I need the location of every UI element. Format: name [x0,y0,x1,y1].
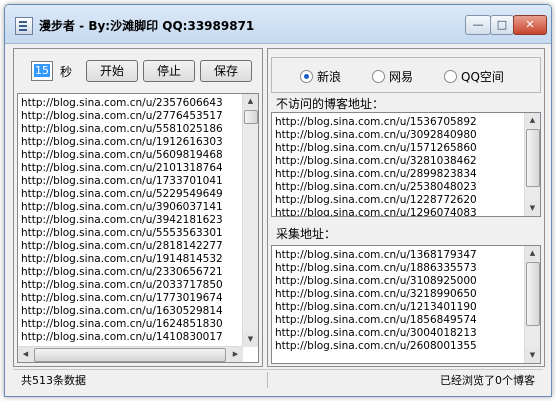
scroll-thumb[interactable] [526,262,540,326]
list-item[interactable]: http://blog.sina.com.cn/u/3004018213 [275,327,477,340]
list-item[interactable]: http://blog.sina.com.cn/u/5581025186 [21,123,223,136]
title-bar: 漫步者 - By:沙滩脚印 QQ:33989871 — □ ✕ [5,5,551,44]
exclude-url-rows: http://blog.sina.com.cn/u/1536705892 http… [275,116,477,216]
right-panel: 新浪 网易 QQ空间 不访问的博客地址： http://blog.sina.co… [267,48,545,367]
scroll-down-arrow-icon[interactable]: ▼ [525,201,540,216]
visited-count: 已经浏览了0个博客 [440,374,535,387]
source-radio-group: 新浪 网易 QQ空间 [271,57,541,93]
list-item[interactable]: http://blog.sina.com.cn/u/2776453517 [21,110,223,123]
collect-url-rows: http://blog.sina.com.cn/u/1368179347 http… [275,249,477,353]
list-item[interactable]: http://blog.sina.com.cn/u/2330656721 [21,266,223,279]
list-item[interactable]: http://blog.sina.com.cn/u/2033717850 [21,279,223,292]
list-item[interactable]: http://blog.sina.com.cn/u/1213401190 [275,301,477,314]
radio-unselected-icon [372,70,385,83]
list-item[interactable]: http://blog.sina.com.cn/u/3906037141 [21,201,223,214]
list-item[interactable]: http://blog.sina.com.cn/u/2357606643 [21,97,223,110]
list-item[interactable]: http://blog.sina.com.cn/u/1856849574 [275,314,477,327]
list-item[interactable]: http://blog.sina.com.cn/u/2899823834 [275,168,477,181]
blog-url-rows: http://blog.sina.com.cn/u/2357606643 http… [21,97,223,344]
list-item[interactable]: http://blog.sina.com.cn/u/1296074083 [275,207,477,216]
collect-vertical-scrollbar[interactable]: ▲ ▼ [524,246,540,363]
list-item[interactable]: http://blog.sina.com.cn/u/1886335573 [275,262,477,275]
list-item[interactable]: http://blog.sina.com.cn/u/1733701041 [21,175,223,188]
minimize-button[interactable]: — [465,15,491,35]
radio-selected-icon [300,70,313,83]
scroll-thumb[interactable] [526,129,540,187]
list-item[interactable]: http://blog.sina.com.cn/u/3092840980 [275,129,477,142]
list-item[interactable]: http://blog.sina.com.cn/u/1624851830 [21,318,223,331]
list-item[interactable]: http://blog.sina.com.cn/u/1912616303 [21,136,223,149]
scroll-up-arrow-icon[interactable]: ▲ [525,113,540,128]
stop-button[interactable]: 停止 [143,60,195,82]
horizontal-scrollbar[interactable]: ◀ ▶ [18,346,243,362]
exclude-vertical-scrollbar[interactable]: ▲ ▼ [524,113,540,216]
list-item[interactable]: http://blog.sina.com.cn/u/1410830017 [21,331,223,344]
list-item[interactable]: http://blog.sina.com.cn/u/5609819468 [21,149,223,162]
left-panel: 15 秒 开始 停止 保存 http://blog.sina.com.cn/u/… [13,48,263,367]
list-item[interactable]: http://blog.sina.com.cn/u/2538048023 [275,181,477,194]
status-bar: 共513条数据 已经浏览了0个博客 [13,369,543,390]
app-window: 漫步者 - By:沙滩脚印 QQ:33989871 — □ ✕ 15 秒 开始 … [4,4,552,397]
scroll-up-arrow-icon[interactable]: ▲ [525,246,540,261]
list-item[interactable]: http://blog.sina.com.cn/u/5229549649 [21,188,223,201]
collect-url-list[interactable]: http://blog.sina.com.cn/u/1368179347 http… [271,245,541,364]
vertical-scrollbar[interactable]: ▲ ▼ [242,94,258,347]
seconds-input[interactable]: 15 [31,61,53,81]
radio-label: 网易 [389,70,414,84]
list-item[interactable]: http://blog.sina.com.cn/u/3281038462 [275,155,477,168]
radio-label: QQ空间 [461,70,504,84]
record-count: 共513条数据 [21,374,86,387]
scroll-up-arrow-icon[interactable]: ▲ [243,94,258,109]
list-item[interactable]: http://blog.sina.com.cn/u/1368179347 [275,249,477,262]
list-item[interactable]: http://blog.sina.com.cn/u/1914814532 [21,253,223,266]
collect-section-label: 采集地址： [276,227,337,241]
scroll-left-arrow-icon[interactable]: ◀ [18,347,33,362]
list-item[interactable]: http://blog.sina.com.cn/u/1571265860 [275,142,477,155]
blog-url-list[interactable]: http://blog.sina.com.cn/u/2357606643 http… [17,93,259,363]
app-icon [15,17,33,35]
status-divider [267,372,268,388]
list-item[interactable]: http://blog.sina.com.cn/u/3108925000 [275,275,477,288]
radio-label: 新浪 [317,70,342,84]
list-item[interactable]: http://blog.sina.com.cn/u/2101318764 [21,162,223,175]
seconds-label: 秒 [60,65,73,79]
seconds-value: 15 [34,64,50,77]
save-button[interactable]: 保存 [200,60,252,82]
list-item[interactable]: http://blog.sina.com.cn/u/3942181623 [21,214,223,227]
list-item[interactable]: http://blog.sina.com.cn/u/1536705892 [275,116,477,129]
scroll-right-arrow-icon[interactable]: ▶ [228,347,243,362]
list-item[interactable]: http://blog.sina.com.cn/u/1773019674 [21,292,223,305]
list-item[interactable]: http://blog.sina.com.cn/u/5553563301 [21,227,223,240]
list-item[interactable]: http://blog.sina.com.cn/u/3218990650 [275,288,477,301]
radio-sina[interactable]: 新浪 [300,68,341,85]
radio-qzone[interactable]: QQ空间 [444,68,504,85]
list-item[interactable]: http://blog.sina.com.cn/u/2818142277 [21,240,223,253]
exclude-url-list[interactable]: http://blog.sina.com.cn/u/1536705892 http… [271,112,541,217]
maximize-button[interactable]: □ [490,15,514,35]
close-button[interactable]: ✕ [513,15,547,35]
scroll-down-arrow-icon[interactable]: ▼ [525,348,540,363]
scroll-down-arrow-icon[interactable]: ▼ [243,332,258,347]
list-item[interactable]: http://blog.sina.com.cn/u/2608001355 [275,340,477,353]
window-title: 漫步者 - By:沙滩脚印 QQ:33989871 [39,19,255,33]
list-item[interactable]: http://blog.sina.com.cn/u/1228772620 [275,194,477,207]
radio-netease[interactable]: 网易 [372,68,413,85]
hscroll-thumb[interactable] [34,348,226,362]
radio-unselected-icon [444,70,457,83]
scroll-thumb[interactable] [244,110,258,124]
exclude-section-label: 不访问的博客地址： [276,97,385,111]
start-button[interactable]: 开始 [86,60,138,82]
list-item[interactable]: http://blog.sina.com.cn/u/1630529814 [21,305,223,318]
